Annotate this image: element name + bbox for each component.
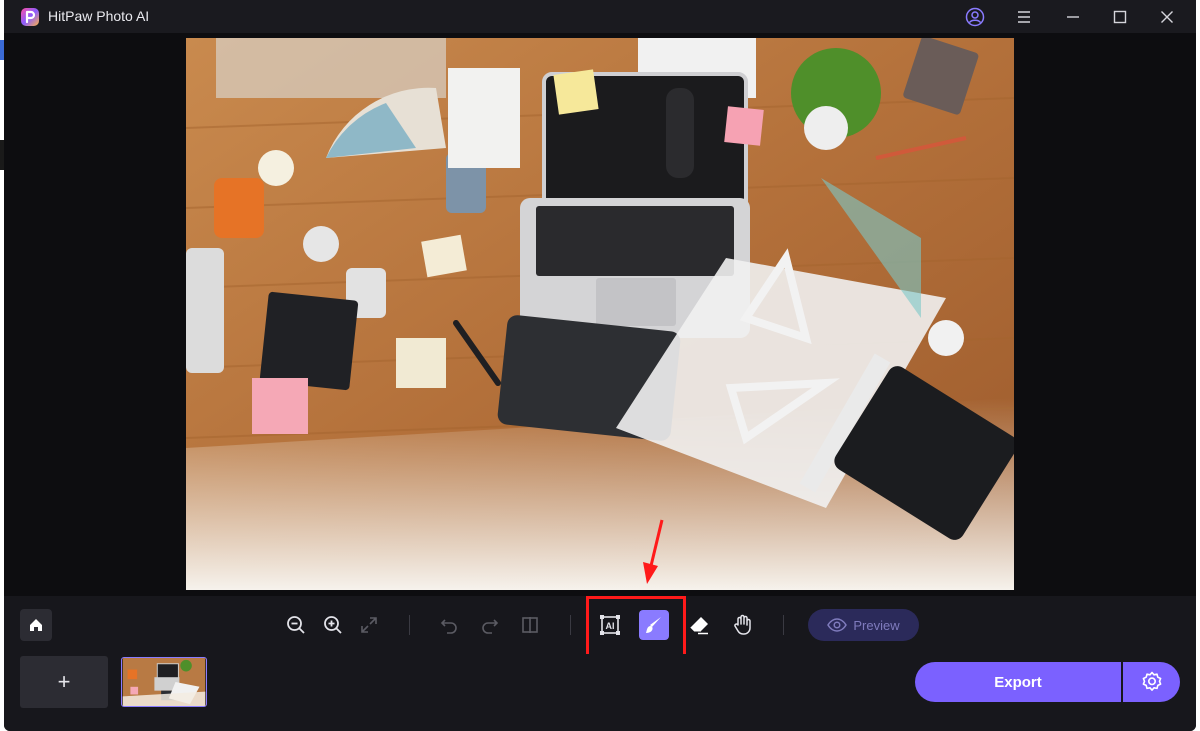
- add-image-button[interactable]: +: [20, 656, 108, 708]
- undo-icon: [440, 619, 457, 634]
- home-button[interactable]: [20, 609, 52, 641]
- redo-icon: [482, 619, 499, 634]
- app-logo-icon: [21, 8, 39, 26]
- menu-icon: [1018, 11, 1030, 23]
- canvas-image[interactable]: [186, 38, 1014, 590]
- eye-icon: [827, 618, 848, 632]
- undo-button[interactable]: [434, 610, 464, 640]
- compare-button[interactable]: [515, 610, 545, 640]
- menu-button[interactable]: [1011, 4, 1037, 30]
- eraser-icon: [689, 617, 708, 635]
- hand-icon: [734, 614, 751, 635]
- toolbar-divider: [570, 615, 571, 635]
- eraser-button[interactable]: [684, 610, 714, 640]
- home-icon: [30, 619, 42, 631]
- add-image-label: +: [57, 669, 71, 694]
- fit-screen-button[interactable]: [354, 610, 384, 640]
- toolbar-divider: [409, 615, 410, 635]
- toolbar-divider: [783, 615, 784, 635]
- hand-tool-button[interactable]: [728, 610, 758, 640]
- bottom-bar: + Export: [4, 654, 1196, 731]
- maximize-button[interactable]: [1107, 4, 1133, 30]
- close-icon: [1161, 11, 1173, 23]
- preview-button[interactable]: Preview: [808, 609, 919, 641]
- export-label: Export: [994, 673, 1042, 691]
- close-button[interactable]: [1154, 4, 1180, 30]
- annotation-arrow: [643, 519, 664, 584]
- zoom-out-icon: [287, 616, 305, 634]
- minimize-icon: [1067, 16, 1079, 18]
- export-button[interactable]: Export: [915, 662, 1121, 702]
- zoom-in-button[interactable]: [318, 610, 348, 640]
- maximize-icon: [1113, 10, 1127, 24]
- gear-icon: [1142, 671, 1161, 691]
- account-button[interactable]: [962, 4, 988, 30]
- redo-button[interactable]: [475, 610, 505, 640]
- title-bar: HitPaw Photo AI: [4, 0, 1196, 33]
- compare-icon: [522, 617, 538, 633]
- app-title: HitPaw Photo AI: [48, 8, 150, 24]
- zoom-in-icon: [324, 616, 342, 634]
- canvas-area: [4, 33, 1196, 596]
- export-settings-button[interactable]: [1123, 662, 1180, 702]
- preview-label: Preview: [853, 617, 900, 633]
- account-icon: [965, 7, 985, 27]
- minimize-button[interactable]: [1060, 4, 1086, 30]
- app-window: HitPaw Photo AI AI Preview + Export: [4, 0, 1196, 731]
- fit-icon: [361, 617, 377, 633]
- annotation-highlight-box: [586, 596, 686, 658]
- zoom-out-button[interactable]: [281, 610, 311, 640]
- toolbar: AI Preview: [4, 596, 1196, 658]
- image-thumbnail[interactable]: [121, 657, 207, 707]
